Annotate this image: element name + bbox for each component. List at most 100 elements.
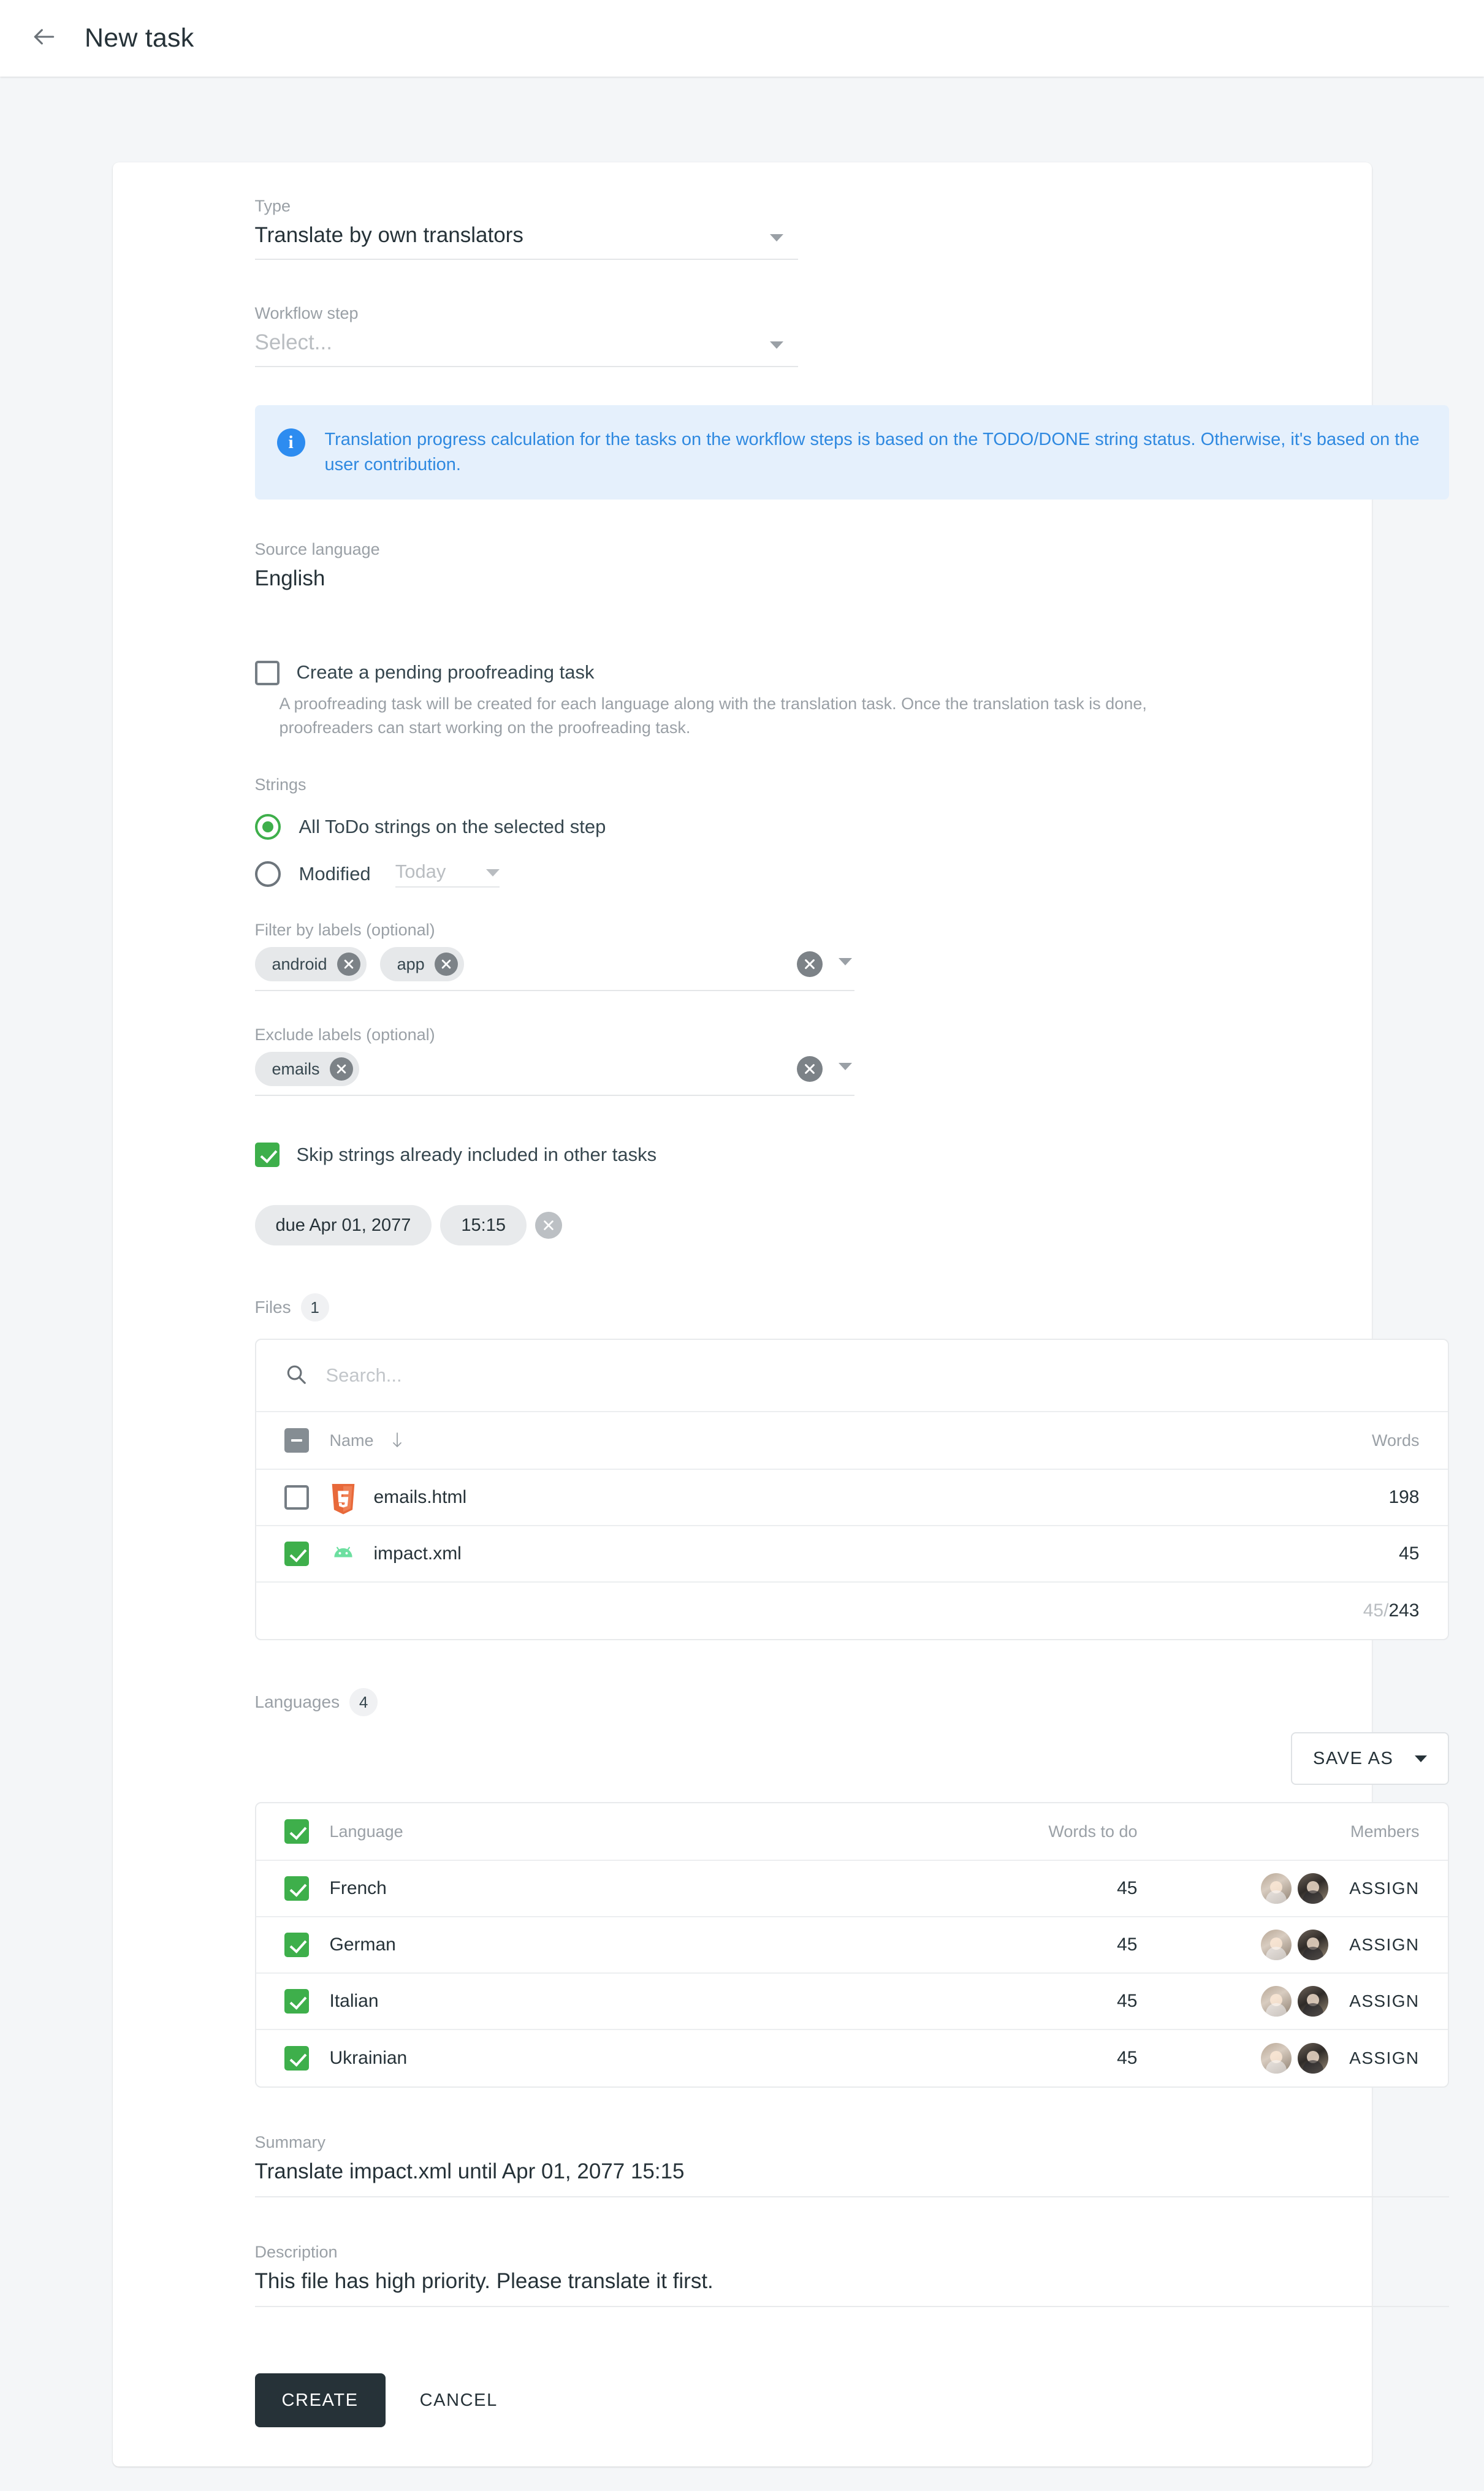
languages-table-header: Language Words to do Members [256, 1803, 1448, 1862]
files-total-row: 45/243 [256, 1583, 1448, 1639]
languages-select-all-checkbox[interactable] [284, 1819, 309, 1844]
clear-all-icon[interactable] [796, 1056, 823, 1082]
type-field[interactable]: Type Translate by own translators [254, 197, 1230, 260]
cancel-button[interactable]: CANCEL [413, 2373, 505, 2427]
languages-table: Language Words to do Members French 45 A… [254, 1802, 1449, 2088]
chevron-down-icon[interactable] [838, 1063, 852, 1071]
language-row-checkbox[interactable] [284, 1876, 309, 1901]
remove-chip-icon[interactable] [434, 953, 458, 976]
strings-group-label: Strings [254, 775, 306, 794]
file-row-checkbox[interactable] [284, 1485, 309, 1510]
due-time-chip[interactable]: 15:15 [440, 1205, 527, 1246]
languages-col-words-header: Words to do [1048, 1822, 1138, 1841]
due-date-chip[interactable]: due Apr 01, 2077 [254, 1205, 432, 1246]
clear-all-icon[interactable] [796, 951, 823, 978]
files-section-header: Files 1 [255, 1293, 1230, 1322]
chevron-down-icon[interactable] [769, 234, 783, 241]
table-row[interactable]: German 45 ASSIGN [256, 1917, 1448, 1974]
label-chip-text: emails [272, 1059, 320, 1078]
language-row-checkbox[interactable] [284, 1933, 309, 1958]
exclude-labels-field[interactable]: Exclude labels (optional) emails [254, 1025, 1230, 1097]
member-avatars [1255, 2043, 1329, 2074]
files-total-all: 243 [1388, 1600, 1420, 1621]
proofreading-checkbox[interactable] [254, 661, 280, 686]
description-field[interactable]: Description This file has high priority.… [254, 2243, 1449, 2308]
remove-chip-icon[interactable] [329, 1057, 353, 1081]
table-row[interactable]: French 45 ASSIGN [256, 1861, 1448, 1918]
languages-col-language-header: Language [329, 1822, 403, 1841]
files-select-all-checkbox[interactable] [284, 1428, 309, 1453]
label-chip[interactable]: app [379, 947, 464, 982]
modified-period-select[interactable]: Today [395, 861, 500, 888]
radio-all-todo-label: All ToDo strings on the selected step [299, 816, 606, 838]
label-chip-text: app [397, 954, 425, 973]
back-button[interactable] [22, 17, 66, 61]
skip-strings-row[interactable]: Skip strings already included in other t… [254, 1143, 1230, 1168]
label-chip[interactable]: android [254, 947, 367, 982]
languages-section-header: Languages 4 [255, 1688, 1230, 1717]
language-name: German [329, 1934, 396, 1955]
files-search-input[interactable] [325, 1364, 1420, 1387]
language-name: Italian [329, 1991, 379, 2012]
files-total-selected: 45 [1363, 1600, 1384, 1621]
file-words: 45 [1399, 1543, 1420, 1564]
type-value: Translate by own translators [254, 223, 523, 247]
language-words-to-do: 45 [1117, 1991, 1138, 2012]
workflow-step-underline [254, 366, 798, 367]
strings-option-all-todo[interactable]: All ToDo strings on the selected step [254, 814, 1230, 840]
files-total: 45/243 [1273, 1600, 1420, 1621]
remove-chip-icon[interactable] [337, 953, 360, 976]
files-count-badge: 1 [300, 1293, 329, 1322]
language-row-checkbox[interactable] [284, 1989, 309, 2014]
files-search-bar[interactable] [256, 1340, 1448, 1413]
remove-due-icon[interactable] [535, 1212, 562, 1239]
language-row-checkbox[interactable] [284, 2046, 309, 2071]
info-icon: i [276, 428, 305, 457]
chevron-down-icon[interactable] [838, 958, 852, 966]
chevron-down-icon[interactable] [1414, 1755, 1427, 1762]
files-col-name-header[interactable]: Name [330, 1431, 374, 1450]
workflow-step-field[interactable]: Workflow step Select... [254, 304, 1230, 367]
workflow-step-value: Select... [254, 330, 332, 354]
language-name: Ukrainian [329, 2048, 408, 2069]
search-icon [284, 1363, 308, 1389]
table-row[interactable]: Italian 45 ASSIGN [256, 1974, 1448, 2031]
summary-value[interactable]: Translate impact.xml until Apr 01, 2077 … [254, 2159, 1449, 2198]
assign-button[interactable]: ASSIGN [1349, 1991, 1419, 2011]
radio-modified[interactable] [254, 861, 281, 888]
file-words: 198 [1388, 1487, 1420, 1508]
page-title: New task [85, 23, 194, 53]
android-xml-file-icon [330, 1540, 357, 1567]
avatar [1261, 1873, 1292, 1904]
sort-descending-icon[interactable] [390, 1431, 405, 1450]
create-button[interactable]: CREATE [254, 2373, 386, 2428]
proofreading-help: A proofreading task will be created for … [279, 694, 1147, 737]
filter-labels-label: Filter by labels (optional) [254, 921, 435, 940]
radio-all-todo[interactable] [254, 814, 281, 840]
file-name: impact.xml [373, 1543, 462, 1564]
file-row-checkbox[interactable] [284, 1542, 309, 1567]
skip-strings-checkbox[interactable] [254, 1143, 280, 1168]
filter-labels-field[interactable]: Filter by labels (optional) android app [254, 921, 1230, 992]
files-table: Name Words emails.ht [254, 1339, 1449, 1641]
save-as-button[interactable]: SAVE AS [1290, 1732, 1449, 1786]
language-words-to-do: 45 [1117, 1878, 1138, 1899]
summary-field[interactable]: Summary Translate impact.xml until Apr 0… [254, 2133, 1449, 2198]
html5-file-icon [330, 1484, 357, 1515]
label-chip[interactable]: emails [254, 1052, 359, 1087]
strings-option-modified[interactable]: Modified Today [254, 861, 1230, 888]
description-value[interactable]: This file has high priority. Please tran… [254, 2269, 1449, 2308]
chevron-down-icon[interactable] [769, 341, 783, 349]
table-row[interactable]: impact.xml 45 [256, 1526, 1448, 1583]
languages-count-badge: 4 [349, 1688, 378, 1717]
avatar [1298, 1986, 1329, 2017]
proofreading-row[interactable]: Create a pending proofreading task A pro… [254, 661, 1230, 740]
workflow-step-label: Workflow step [254, 304, 359, 322]
table-row[interactable]: emails.html 198 [256, 1470, 1448, 1527]
assign-button[interactable]: ASSIGN [1349, 2048, 1419, 2068]
assign-button[interactable]: ASSIGN [1349, 1935, 1419, 1955]
chevron-down-icon[interactable] [485, 869, 500, 877]
assign-button[interactable]: ASSIGN [1349, 1879, 1419, 1898]
due-date-row[interactable]: due Apr 01, 2077 15:15 [254, 1205, 1230, 1246]
table-row[interactable]: Ukrainian 45 ASSIGN [256, 2030, 1448, 2086]
